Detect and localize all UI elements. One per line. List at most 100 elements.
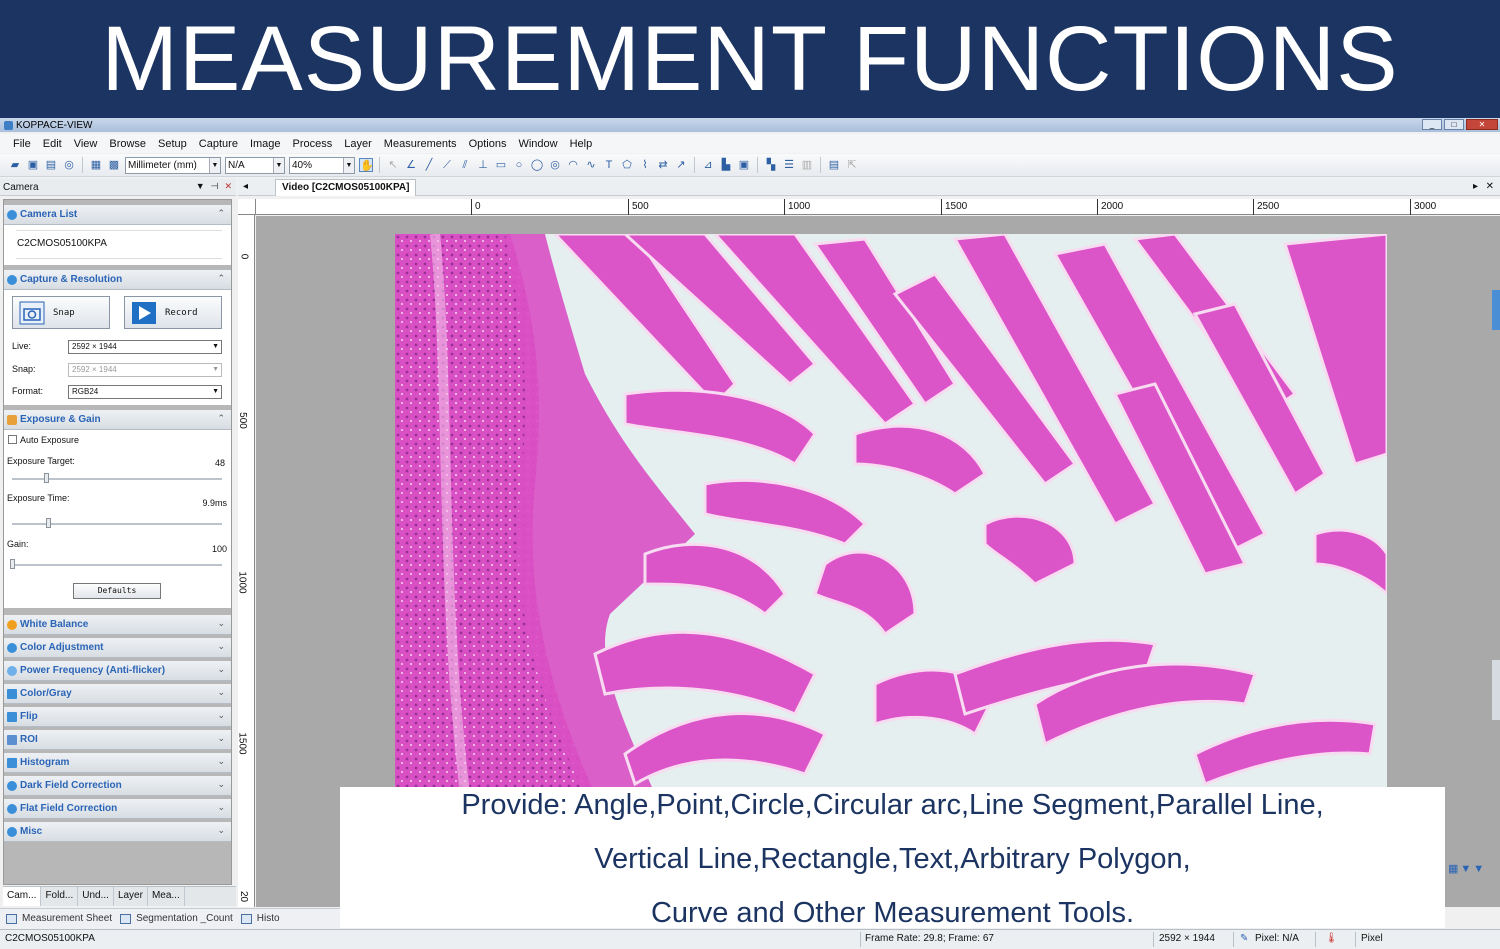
live-resolution-select[interactable]: 2592 × 1944 ▼ <box>68 340 222 354</box>
menu-layer[interactable]: Layer <box>343 138 373 150</box>
circle-tool-icon[interactable]: ○ <box>512 158 526 172</box>
menu-capture[interactable]: Capture <box>198 138 239 150</box>
panel-pin-icon[interactable]: ⊣ <box>211 181 219 192</box>
tab-segmentation-count[interactable]: Segmentation _Count <box>120 913 233 924</box>
exposure-target-thumb[interactable] <box>44 473 49 483</box>
text-tool-icon[interactable]: T <box>602 158 616 172</box>
camera-icon[interactable]: ◎ <box>62 158 76 172</box>
collapse-icon[interactable]: ⌃ <box>217 208 225 219</box>
zoom-select[interactable]: 40% ▼ <box>289 156 355 174</box>
polygon-tool-icon[interactable]: ⬠ <box>620 158 634 172</box>
browse-icon[interactable]: ▦ <box>89 158 103 172</box>
menu-image[interactable]: Image <box>249 138 282 150</box>
save-icon[interactable]: ▣ <box>26 158 40 172</box>
gain-thumb[interactable] <box>10 559 15 569</box>
tab-video[interactable]: Video [C2CMOS05100KPA] <box>275 179 417 196</box>
menu-options[interactable]: Options <box>468 138 508 150</box>
exposure-time-thumb[interactable] <box>46 518 51 528</box>
expand-icon[interactable]: ⌄ <box>217 802 225 813</box>
curve-tool-icon[interactable]: ∿ <box>584 158 598 172</box>
section-white-balance[interactable]: White Balance ⌄ <box>4 615 231 635</box>
grid-icon[interactable]: ▩ <box>107 158 121 172</box>
vertical-line-icon[interactable]: ⊥ <box>476 158 490 172</box>
align-icon[interactable]: ☰ <box>782 158 796 172</box>
panel-dropdown-icon[interactable]: ▼ <box>196 181 205 192</box>
save-as-icon[interactable]: ▤ <box>44 158 58 172</box>
scale-bar-icon[interactable]: ⇄ <box>656 158 670 172</box>
arrow-tool-icon[interactable]: ↗ <box>674 158 688 172</box>
section-misc[interactable]: Misc ⌄ <box>4 822 231 842</box>
color-icon[interactable]: ▚ <box>764 158 778 172</box>
expand-icon[interactable]: ⌄ <box>217 664 225 675</box>
section-histogram[interactable]: Histogram ⌄ <box>4 753 231 773</box>
menu-process[interactable]: Process <box>292 138 334 150</box>
tab-close-icon[interactable]: ✕ <box>1486 181 1494 192</box>
expand-icon[interactable]: ⌄ <box>217 687 225 698</box>
section-roi[interactable]: ROI ⌄ <box>4 730 231 750</box>
sheet-icon[interactable]: ▤ <box>827 158 841 172</box>
snap-button[interactable]: Snap <box>12 296 110 329</box>
circle-3pt-icon[interactable]: ◯ <box>530 158 544 172</box>
section-dark-field[interactable]: Dark Field Correction ⌄ <box>4 776 231 796</box>
menu-edit[interactable]: Edit <box>42 138 63 150</box>
expand-icon[interactable]: ⌄ <box>217 641 225 652</box>
polyline-tool-icon[interactable]: ⌇ <box>638 158 652 172</box>
tab-measurement-sheet[interactable]: Measurement Sheet <box>6 913 112 924</box>
list-icon[interactable]: ▥ <box>800 158 814 172</box>
expand-icon[interactable]: ⌄ <box>217 825 225 836</box>
menu-measurements[interactable]: Measurements <box>383 138 458 150</box>
calibrate-icon[interactable]: ⊿ <box>701 158 715 172</box>
section-power-frequency[interactable]: Power Frequency (Anti-flicker) ⌄ <box>4 661 231 681</box>
expand-icon[interactable]: ⌄ <box>217 618 225 629</box>
section-flip[interactable]: Flip ⌄ <box>4 707 231 727</box>
expand-icon[interactable]: ⌄ <box>217 710 225 721</box>
menu-view[interactable]: View <box>73 138 99 150</box>
menu-file[interactable]: File <box>12 138 32 150</box>
camera-list-item[interactable]: C2CMOS05100KPA <box>17 238 107 249</box>
select-arrow-icon[interactable]: ↖ <box>386 158 400 172</box>
tab-scroll-left-icon[interactable]: ◂ <box>243 181 248 192</box>
close-button[interactable]: ✕ <box>1466 119 1498 130</box>
expand-icon[interactable]: ⌄ <box>217 779 225 790</box>
maximize-button[interactable]: □ <box>1444 119 1464 130</box>
collapse-icon[interactable]: ⌃ <box>217 273 225 284</box>
snap-resolution-select[interactable]: 2592 × 1944 ▼ <box>68 363 222 377</box>
microscope-image[interactable] <box>395 234 1387 794</box>
panel-close-icon[interactable]: ✕ <box>224 181 232 192</box>
tab-histogram[interactable]: Histo <box>240 913 280 924</box>
section-color-adjustment[interactable]: Color Adjustment ⌄ <box>4 638 231 658</box>
unit-select[interactable]: Millimeter (mm) ▼ <box>125 156 221 174</box>
view-mode-icons[interactable]: ▦▼▼ <box>1448 862 1498 876</box>
export-icon[interactable]: ⇱ <box>845 158 859 172</box>
expand-icon[interactable]: ⌄ <box>217 733 225 744</box>
collapse-icon[interactable]: ⌃ <box>217 413 225 424</box>
open-folder-icon[interactable]: ▰ <box>8 158 22 172</box>
chart-icon[interactable]: ▙ <box>719 158 733 172</box>
angle-tool-icon[interactable]: ∠ <box>404 158 418 172</box>
rectangle-tool-icon[interactable]: ▭ <box>494 158 508 172</box>
line-segment-icon[interactable]: ⟋ <box>440 158 454 172</box>
concentric-circle-icon[interactable]: ◎ <box>548 158 562 172</box>
tab-camera[interactable]: Cam... <box>3 887 42 906</box>
exposure-time-slider[interactable] <box>12 523 222 525</box>
measure-export-icon[interactable]: ▣ <box>737 158 751 172</box>
tab-measurement[interactable]: Mea... <box>148 887 185 906</box>
auto-exposure-checkbox[interactable] <box>8 435 17 444</box>
menu-window[interactable]: Window <box>517 138 558 150</box>
tab-scroll-right-icon[interactable]: ▸ <box>1473 181 1478 192</box>
menu-setup[interactable]: Setup <box>157 138 188 150</box>
circular-arc-icon[interactable]: ◠ <box>566 158 580 172</box>
menu-browse[interactable]: Browse <box>108 138 147 150</box>
pan-hand-icon[interactable]: ✋ <box>359 158 374 172</box>
tab-layer[interactable]: Layer <box>114 887 148 906</box>
section-camera-list[interactable]: Camera List ⌃ <box>4 205 231 225</box>
section-capture-resolution[interactable]: Capture & Resolution ⌃ <box>4 270 231 290</box>
tab-folder[interactable]: Fold... <box>41 887 79 906</box>
minimize-button[interactable]: _ <box>1422 119 1442 130</box>
section-exposure-gain[interactable]: Exposure & Gain ⌃ <box>4 410 231 430</box>
expand-icon[interactable]: ⌄ <box>217 756 225 767</box>
tab-undo[interactable]: Und... <box>78 887 114 906</box>
magnification-select[interactable]: N/A ▼ <box>225 156 285 174</box>
menu-help[interactable]: Help <box>569 138 594 150</box>
gain-slider[interactable] <box>12 564 222 566</box>
